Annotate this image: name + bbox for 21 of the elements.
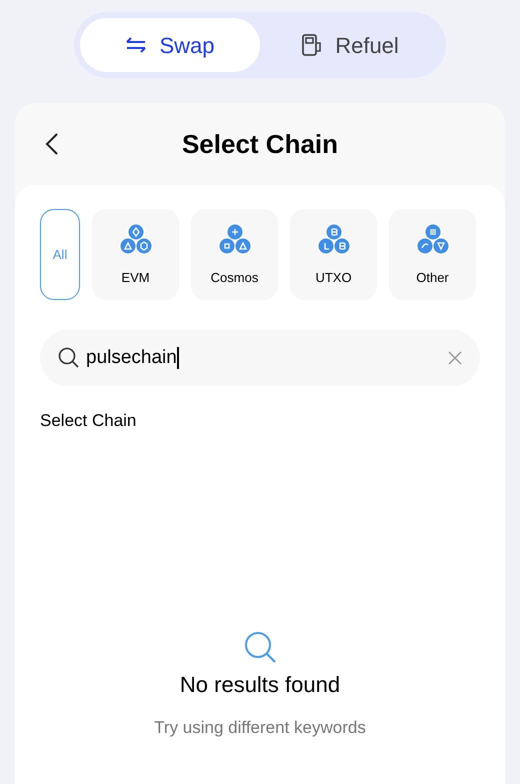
chain-logos-icon bbox=[316, 224, 352, 256]
search-icon bbox=[243, 632, 277, 664]
mode-tab[interactable]: Swap bbox=[80, 18, 260, 72]
chain-logos-icon bbox=[216, 224, 252, 256]
chain-filter[interactable]: Cosmos bbox=[191, 209, 278, 300]
chain-logos-icon bbox=[414, 224, 450, 256]
chain-filter[interactable]: UTXO bbox=[290, 209, 377, 300]
swap-arrows-icon bbox=[125, 36, 148, 54]
clear-icon[interactable] bbox=[448, 351, 462, 365]
section-title: Select Chain bbox=[40, 410, 138, 432]
chain-filter[interactable]: Other bbox=[389, 209, 476, 300]
search-icon bbox=[58, 347, 80, 369]
mode-tab[interactable]: Refuel bbox=[260, 18, 440, 72]
search-field[interactable]: pulsechain bbox=[40, 330, 480, 386]
chain-filter[interactable]: EVM bbox=[92, 209, 179, 300]
panel-title: Select Chain bbox=[182, 128, 338, 160]
chain-logos-icon bbox=[118, 224, 154, 256]
empty-title: No results found bbox=[180, 670, 340, 698]
empty-message: Try using different keywords bbox=[154, 716, 366, 738]
search-value: pulsechain bbox=[86, 346, 177, 370]
fuel-pump-icon bbox=[301, 33, 324, 57]
